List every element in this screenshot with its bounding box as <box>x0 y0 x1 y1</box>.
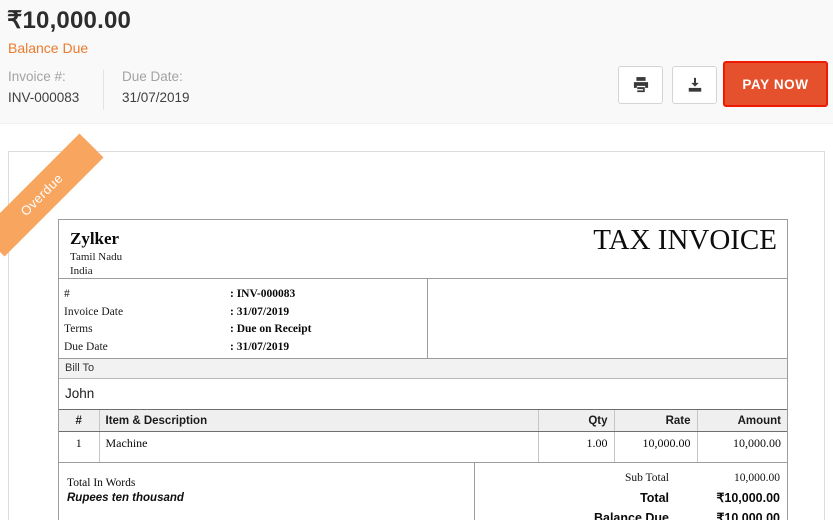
balance-due-row-label: Balance Due <box>475 509 669 520</box>
invoice-number-label: Invoice #: <box>8 69 66 84</box>
meta-empty-panel <box>427 279 787 358</box>
header-amount: Amount <box>697 410 787 432</box>
meta-label: Invoice Date <box>64 304 230 322</box>
meta-value: : INV-000083 <box>230 288 295 300</box>
total-row: Total ₹10,000.00 <box>475 489 787 509</box>
print-button[interactable] <box>618 66 663 104</box>
total-in-words-value: Rupees ten thousand <box>67 492 466 504</box>
subtotal-value: 10,000.00 <box>669 469 787 489</box>
meta-value: : 31/07/2019 <box>230 341 289 353</box>
meta-value: : Due on Receipt <box>230 323 311 335</box>
invoice-summary-header: ₹10,000.00 Balance Due Invoice #: INV-00… <box>0 0 833 124</box>
header-item-description: Item & Description <box>99 410 538 432</box>
cell-rate: 10,000.00 <box>614 432 697 463</box>
org-address-line2: India <box>70 265 776 277</box>
bill-to-name: John <box>59 379 787 409</box>
invoice-number-value: INV-000083 <box>8 90 79 105</box>
document-title: TAX INVOICE <box>593 224 777 257</box>
meta-label: Due Date <box>64 339 230 357</box>
meta-label: Terms <box>64 321 230 339</box>
table-row: 1 Machine 1.00 10,000.00 10,000.00 <box>59 432 787 463</box>
totals-section: Total In Words Rupees ten thousand Sub T… <box>59 463 787 520</box>
pay-now-label: PAY NOW <box>742 77 808 92</box>
invoice-meta-section: #: INV-000083 Invoice Date: 31/07/2019 T… <box>59 279 787 359</box>
balance-due-label: Balance Due <box>8 40 88 56</box>
subtotal-row: Sub Total 10,000.00 <box>475 469 787 489</box>
invoice-paper: Zylker Tamil Nadu India TAX INVOICE #: I… <box>8 151 825 520</box>
total-in-words-label: Total In Words <box>67 477 466 489</box>
total-in-words: Total In Words Rupees ten thousand <box>59 463 474 520</box>
due-date-value: 31/07/2019 <box>122 90 190 105</box>
printer-icon <box>631 75 651 95</box>
due-date-label: Due Date: <box>122 69 183 84</box>
meta-row-terms: Terms: Due on Receipt <box>64 321 427 339</box>
cell-qty: 1.00 <box>538 432 614 463</box>
header-qty: Qty <box>538 410 614 432</box>
document-header: Zylker Tamil Nadu India TAX INVOICE <box>59 220 787 279</box>
cell-description: Machine <box>99 432 538 463</box>
cell-amount: 10,000.00 <box>697 432 787 463</box>
total-label: Total <box>475 489 669 509</box>
meta-label: # <box>64 286 230 304</box>
header-divider <box>103 70 104 110</box>
download-button[interactable] <box>672 66 717 104</box>
invoice-document: Zylker Tamil Nadu India TAX INVOICE #: I… <box>58 219 788 520</box>
meta-row-invoice-date: Invoice Date: 31/07/2019 <box>64 304 427 322</box>
totals-table: Sub Total 10,000.00 Total ₹10,000.00 Bal… <box>474 463 787 520</box>
meta-value: : 31/07/2019 <box>230 306 289 318</box>
line-items-table: # Item & Description Qty Rate Amount 1 M… <box>59 409 787 463</box>
header-rate: Rate <box>614 410 697 432</box>
balance-due-row: Balance Due ₹10,000.00 <box>475 509 787 520</box>
header-index: # <box>59 410 99 432</box>
invoice-meta-table: #: INV-000083 Invoice Date: 31/07/2019 T… <box>59 279 427 358</box>
invoice-view-page: ₹10,000.00 Balance Due Invoice #: INV-00… <box>0 0 833 520</box>
items-header-row: # Item & Description Qty Rate Amount <box>59 410 787 432</box>
balance-due-row-value: ₹10,000.00 <box>669 509 787 520</box>
meta-row-number: #: INV-000083 <box>64 286 427 304</box>
balance-amount: ₹10,000.00 <box>7 6 131 35</box>
total-value: ₹10,000.00 <box>669 489 787 509</box>
cell-index: 1 <box>59 432 99 463</box>
subtotal-label: Sub Total <box>475 469 669 489</box>
pay-now-button[interactable]: PAY NOW <box>723 61 828 107</box>
meta-row-due-date: Due Date: 31/07/2019 <box>64 339 427 357</box>
bill-to-header: Bill To <box>59 359 787 379</box>
download-icon <box>685 75 705 95</box>
